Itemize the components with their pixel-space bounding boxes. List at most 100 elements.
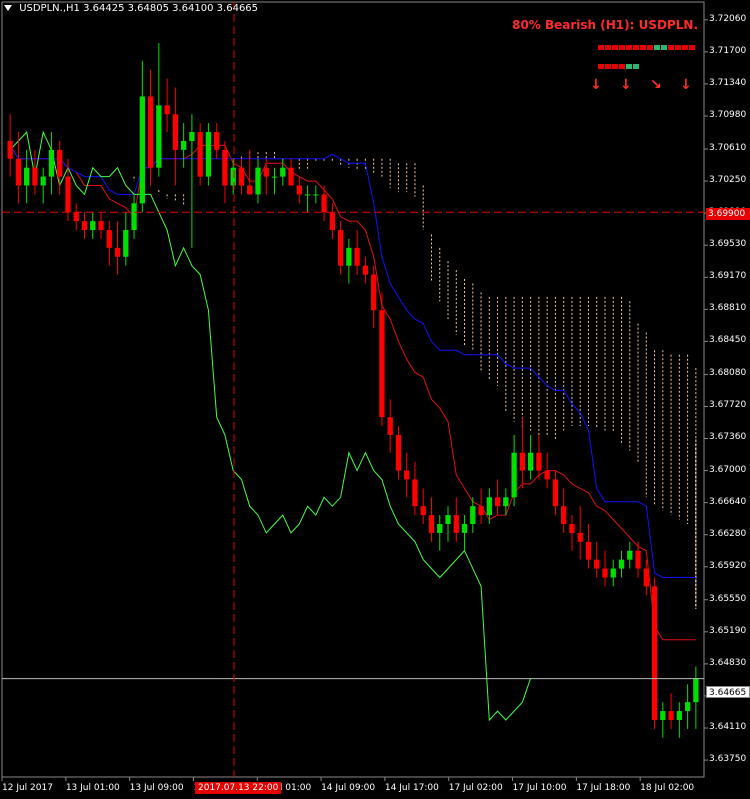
signal-block (668, 45, 674, 50)
x-tick-label: 13 Jul 01:00 (65, 783, 120, 793)
candle-body (230, 167, 236, 186)
signal-block (647, 45, 653, 50)
signal-block (605, 64, 611, 69)
signal-block (598, 45, 604, 50)
candle-body (164, 105, 170, 115)
candle (627, 541, 633, 569)
x-tick-label: 13 Jul 09:00 (129, 783, 184, 793)
price-chart[interactable] (0, 0, 750, 799)
candle (552, 470, 559, 516)
candle (263, 158, 269, 195)
candle (428, 497, 435, 542)
signal-block (675, 45, 681, 50)
candle (577, 506, 583, 560)
candle (329, 203, 335, 239)
candle (321, 185, 327, 222)
candle-body (98, 221, 104, 231)
dropdown-triangle-icon[interactable] (4, 5, 12, 11)
signal-block (619, 64, 625, 69)
candle-body (511, 452, 517, 498)
signal-arrows: ↓ ↓ ↘ ↓ (590, 78, 705, 98)
candle (420, 488, 426, 525)
crosshair-time-tag: 2017.07.13 22:00 (195, 782, 282, 794)
y-tick-label: 3.69170 (709, 271, 747, 282)
y-tick-label: 3.68450 (709, 335, 747, 346)
arrow-down-icon: ↓ (620, 77, 632, 93)
candle-body (280, 167, 286, 177)
y-tick-label: 3.64110 (709, 722, 747, 732)
candle (379, 292, 385, 427)
candle-body (139, 96, 145, 204)
candle (362, 256, 369, 284)
candle (214, 123, 220, 159)
signal-block (612, 64, 618, 69)
candle (73, 203, 79, 231)
candle (57, 140, 63, 195)
candle (651, 577, 658, 729)
candle-body (676, 711, 682, 720)
candle (40, 167, 46, 204)
candle-body (684, 702, 691, 712)
candle-body (395, 434, 402, 471)
candle (395, 426, 402, 480)
candle (98, 212, 104, 239)
y-tick-label: 3.67000 (709, 464, 747, 475)
candle-body (296, 185, 302, 195)
x-tick-label: 14 Jul 17:00 (384, 783, 439, 793)
candle-body (404, 470, 410, 480)
candle (114, 221, 121, 275)
candle (255, 158, 261, 204)
candle-body (288, 167, 294, 186)
candle (511, 434, 517, 507)
candle-body (478, 506, 484, 516)
candle-body (494, 497, 501, 507)
candle (354, 230, 360, 275)
candle-body (40, 176, 46, 186)
x-tick-label: 14 Jul 09:00 (321, 783, 376, 793)
candle-body (569, 524, 575, 533)
candle-body (627, 550, 633, 560)
candle (610, 559, 616, 587)
candle-body (32, 167, 38, 186)
candle (346, 238, 352, 284)
arrow-down-right-icon: ↘ (650, 77, 662, 93)
signal-title: 80% Bearish (H1): USDPLN. (512, 18, 698, 32)
y-tick-label: 3.66280 (709, 528, 747, 539)
signal-block (689, 45, 695, 50)
y-tick-label: 3.69530 (709, 239, 747, 250)
candle (569, 515, 575, 551)
y-tick-label: 3.64830 (709, 657, 747, 668)
candle (544, 452, 550, 489)
candle (660, 702, 666, 738)
y-tick-label: 3.68080 (709, 368, 747, 379)
candle-body (445, 515, 451, 525)
y-tick-label: 3.65920 (709, 560, 747, 571)
arrow-down-icon: ↓ (590, 77, 602, 93)
candle (527, 434, 534, 480)
candle-body (172, 114, 179, 150)
candle-body (651, 586, 658, 720)
candle (561, 488, 567, 533)
candle-body (73, 212, 79, 222)
kijun-line (9, 145, 696, 578)
candle-body (24, 167, 30, 186)
x-tick-label: 17 Jul 18:00 (576, 783, 631, 793)
candle-body (329, 212, 335, 231)
candle (461, 515, 468, 551)
y-tick-label: 3.71340 (709, 77, 747, 88)
signal-block (598, 64, 604, 69)
candle-body (354, 247, 360, 266)
y-tick-label: 3.67720 (709, 400, 747, 411)
signal-block (633, 45, 639, 50)
candle-body (156, 105, 162, 168)
candle-body (7, 140, 13, 159)
candle-body (65, 176, 71, 213)
candle (48, 132, 55, 195)
candle-body (197, 132, 203, 177)
plot-frame (1, 1, 705, 778)
candle-body (238, 167, 245, 186)
candlesticks (7, 42, 699, 738)
candle (585, 524, 592, 569)
candle (24, 149, 30, 204)
candle-body (437, 524, 443, 533)
